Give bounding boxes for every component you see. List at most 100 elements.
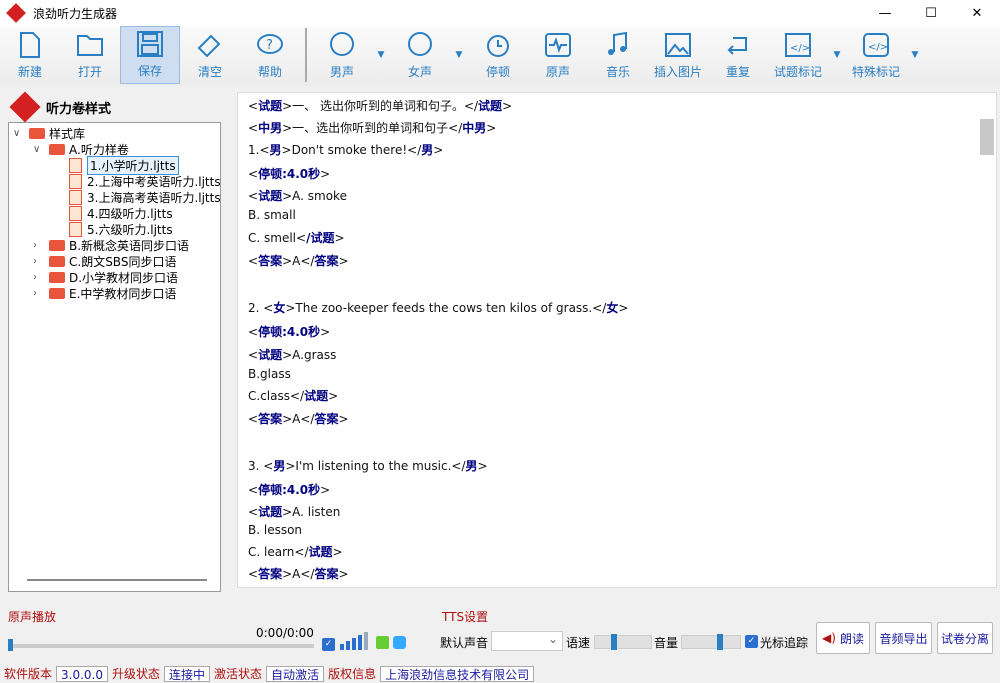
tree-folder-e[interactable]: › E.中学教材同步口语: [33, 285, 176, 301]
play-button[interactable]: [376, 636, 389, 649]
waveform-icon: [545, 33, 571, 57]
line-text: >: [502, 99, 513, 113]
voice-select[interactable]: ⌄: [491, 631, 563, 651]
insert-image-button[interactable]: 插入图片: [648, 26, 708, 84]
stop-button[interactable]: [393, 636, 406, 649]
editor-line: <停顿:4.0秒>: [248, 323, 330, 340]
original-label: 原声: [545, 65, 570, 79]
expand-icon[interactable]: ›: [33, 272, 45, 283]
tree-file[interactable]: 3.上海高考英语听力.ljtts: [69, 189, 221, 205]
pause-label: 停顿: [485, 65, 510, 79]
tree-file[interactable]: 5.六级听力.ljtts: [69, 221, 173, 237]
speed-thumb[interactable]: [610, 634, 617, 650]
editor-line: B.glass: [248, 367, 291, 381]
volume-bars-icon[interactable]: [340, 632, 368, 650]
male-voice-button[interactable]: 男声: [312, 26, 372, 84]
male-dropdown-button[interactable]: ▼: [372, 26, 390, 84]
female-voice-button[interactable]: 女声: [390, 26, 450, 84]
read-button[interactable]: ◀) 朗读: [816, 622, 870, 654]
cursor-track-label: 光标追踪: [760, 636, 809, 650]
collapse-icon[interactable]: ∨: [13, 128, 25, 139]
tag-name: 试题: [258, 505, 283, 519]
playback-thumb[interactable]: [8, 639, 13, 651]
open-button[interactable]: 打开: [60, 26, 120, 84]
code-icon: </>: [863, 33, 889, 57]
line-text: <: [248, 567, 259, 581]
line-text: B. lesson: [248, 523, 303, 537]
line-text: <: [248, 348, 259, 362]
male-label: 男声: [329, 65, 354, 79]
new-button[interactable]: 新建: [0, 26, 60, 84]
tree-label: 3.上海高考英语听力.ljtts: [87, 190, 221, 205]
special-mark-button[interactable]: </> 特殊标记: [846, 26, 906, 84]
pause-button[interactable]: 停顿: [468, 26, 528, 84]
line-text: <: [248, 505, 259, 519]
line-text: >Don't smoke there!</: [281, 143, 422, 157]
line-text: <: [248, 121, 259, 135]
tree-file[interactable]: 1.小学听力.ljtts: [69, 155, 179, 175]
tree-root[interactable]: ∨ 样式库: [13, 125, 85, 141]
line-text: B. small: [248, 208, 296, 222]
female-face-icon: [408, 32, 432, 56]
voice-label: 默认声音: [440, 636, 489, 650]
expand-icon[interactable]: ›: [33, 240, 45, 251]
file-icon: [69, 205, 82, 221]
save-button[interactable]: 保存: [120, 26, 180, 84]
insert-image-label: 插入图片: [653, 65, 702, 79]
question-mark-dropdown[interactable]: ▼: [828, 26, 846, 84]
collapse-icon[interactable]: ∨: [33, 144, 45, 155]
editor-line: <试题>A. smoke: [248, 187, 347, 204]
tag-name: 男: [269, 143, 282, 157]
music-button[interactable]: 音乐: [588, 26, 648, 84]
tree-folder-d[interactable]: › D.小学教材同步口语: [33, 269, 178, 285]
volume-thumb[interactable]: [717, 634, 724, 650]
question-mark-button[interactable]: </> 试题标记: [768, 26, 828, 84]
text-editor[interactable]: <试题>一、 选出你听到的单词和句子。</试题> <中男>一、选出你听到的单词和句…: [237, 92, 997, 588]
line-text: C.class</: [248, 389, 305, 403]
female-dropdown-button[interactable]: ▼: [450, 26, 468, 84]
editor-line: <试题>A.grass: [248, 346, 336, 363]
split-paper-button[interactable]: 试卷分离: [937, 622, 993, 654]
tag-name: 答案: [314, 567, 339, 581]
tree-file[interactable]: 2.上海中考英语听力.ljtts: [69, 173, 221, 189]
tree-label: B.新概念英语同步口语: [69, 238, 190, 253]
svg-text:?: ?: [266, 38, 273, 53]
special-mark-dropdown[interactable]: ▼: [906, 26, 924, 84]
tree-file[interactable]: 4.四级听力.ljtts: [69, 205, 173, 221]
tag-name: 答案: [314, 412, 339, 426]
tree-folder-b[interactable]: › B.新概念英语同步口语: [33, 237, 189, 253]
clear-button[interactable]: 清空: [180, 26, 240, 84]
horizontal-scrollbar[interactable]: [27, 579, 207, 581]
line-text: C. learn</: [248, 545, 309, 559]
line-text: >: [320, 167, 331, 181]
tag-name: 试题: [258, 189, 283, 203]
new-label: 新建: [17, 65, 42, 79]
help-button[interactable]: ? 帮助: [240, 26, 300, 84]
editor-line: C. learn</试题>: [248, 543, 343, 560]
close-button[interactable]: ✕: [954, 0, 1000, 26]
expand-icon[interactable]: ›: [33, 256, 45, 267]
playback-slider[interactable]: [8, 639, 314, 651]
special-mark-label: 特殊标记: [851, 65, 900, 79]
repeat-button[interactable]: 重复: [708, 26, 768, 84]
tag-name: 答案: [314, 254, 339, 268]
vertical-scrollbar-thumb[interactable]: [980, 119, 994, 155]
audio-export-button[interactable]: 音频导出: [875, 622, 932, 654]
expand-icon[interactable]: ›: [33, 288, 45, 299]
tree-label: 2.上海中考英语听力.ljtts: [87, 174, 221, 189]
music-note-icon: [608, 31, 627, 55]
checkbox-loop[interactable]: ✓: [322, 638, 335, 651]
version-value: 3.0.0.0: [56, 666, 108, 682]
tag-name: 试题: [304, 389, 329, 403]
volume-slider[interactable]: [681, 634, 741, 650]
tree-folder-c[interactable]: › C.朗文SBS同步口语: [33, 253, 176, 269]
minimize-button[interactable]: —: [862, 0, 908, 26]
line-text: >: [320, 483, 331, 497]
tree-label: D.小学教材同步口语: [69, 270, 179, 285]
speed-slider[interactable]: [594, 634, 652, 650]
original-audio-button[interactable]: 原声: [528, 26, 588, 84]
maximize-button[interactable]: ☐: [908, 0, 954, 26]
speed-label: 语速: [566, 636, 591, 650]
cursor-track-checkbox[interactable]: ✓: [745, 635, 758, 648]
tree-label: 5.六级听力.ljtts: [87, 222, 173, 237]
